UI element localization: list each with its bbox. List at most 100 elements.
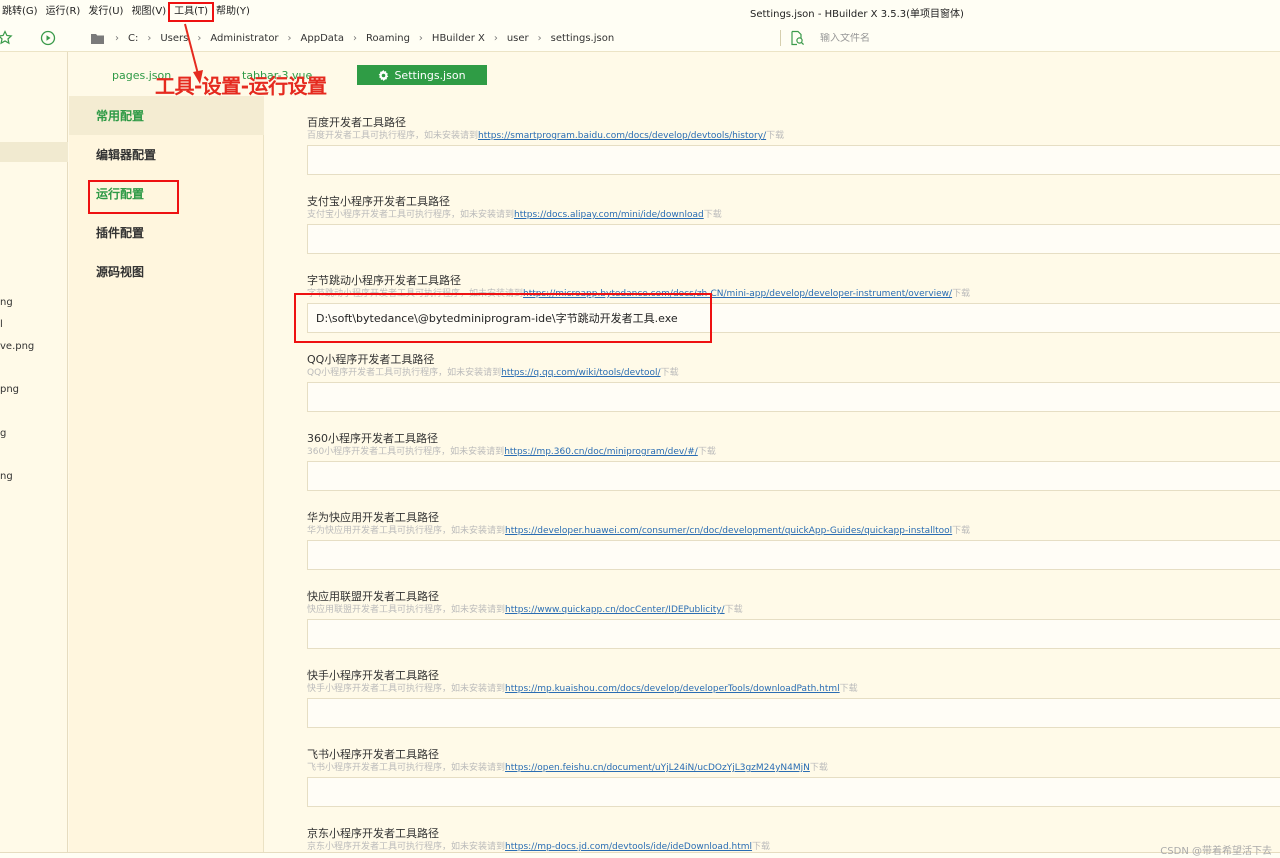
- play-circle-icon[interactable]: [39, 29, 57, 47]
- breadcrumb-item[interactable]: HBuilder X: [432, 33, 485, 44]
- file-search-icon[interactable]: [788, 29, 806, 47]
- menu-tools[interactable]: 工具(T): [168, 2, 215, 22]
- breadcrumb-separator: ›: [115, 32, 119, 44]
- breadcrumb-item[interactable]: Roaming: [366, 33, 410, 44]
- category-common[interactable]: 常用配置: [69, 96, 264, 135]
- watermark: CSDN @带着希望活下去: [1160, 846, 1272, 857]
- menu-goto[interactable]: 跳转(G): [0, 4, 42, 20]
- setting-quickapp-path: 快应用联盟开发者工具路径 快应用联盟开发者工具可执行程序，如未安装请到https…: [307, 590, 1280, 649]
- breadcrumb-item[interactable]: Administrator: [210, 33, 278, 44]
- category-editor[interactable]: 编辑器配置: [69, 135, 264, 174]
- menu-bar: 跳转(G) 运行(R) 发行(U) 视图(V) 工具(T) 帮助(Y) Sett…: [0, 0, 1280, 24]
- setting-desc-suffix: 下载: [660, 368, 679, 378]
- setting-label: QQ小程序开发者工具路径: [307, 353, 435, 366]
- setting-path-input[interactable]: [307, 619, 1280, 649]
- download-link[interactable]: https://mp.360.cn/doc/miniprogram/dev/#/: [504, 447, 698, 457]
- setting-path-input[interactable]: [307, 698, 1280, 728]
- setting-description: 华为快应用开发者工具可执行程序，如未安装请到https://developer.…: [307, 525, 1280, 537]
- setting-label: 华为快应用开发者工具路径: [307, 511, 439, 524]
- setting-desc-text: 京东小程序开发者工具可执行程序，如未安装请到: [307, 842, 506, 852]
- setting-description: 支付宝小程序开发者工具可执行程序，如未安装请到https://docs.alip…: [307, 209, 1280, 221]
- setting-desc-suffix: 下载: [952, 526, 971, 536]
- breadcrumb-separator: ›: [537, 32, 542, 44]
- breadcrumb-item-current[interactable]: settings.json: [551, 33, 615, 44]
- setting-desc-suffix: 下载: [952, 289, 971, 299]
- setting-label: 360小程序开发者工具路径: [307, 432, 438, 445]
- breadcrumb-separator: ›: [493, 32, 498, 44]
- annotation-highlight-box: [294, 293, 712, 343]
- setting-path-input[interactable]: [307, 461, 1280, 491]
- download-link[interactable]: https://smartprogram.baidu.com/docs/deve…: [478, 131, 766, 141]
- status-bar: [0, 852, 1280, 858]
- setting-path-input[interactable]: [307, 777, 1280, 807]
- breadcrumb-separator: ›: [287, 32, 292, 44]
- file-tree-item[interactable]: ve.png: [0, 341, 34, 352]
- file-tree-selected-row[interactable]: [0, 142, 68, 162]
- setting-desc-text: 百度开发者工具可执行程序，如未安装请到: [307, 131, 479, 141]
- setting-alipay-path: 支付宝小程序开发者工具路径 支付宝小程序开发者工具可执行程序，如未安装请到htt…: [307, 195, 1280, 254]
- breadcrumb-item[interactable]: AppData: [301, 33, 344, 44]
- setting-baidu-path: 百度开发者工具路径 百度开发者工具可执行程序，如未安装请到https://sma…: [307, 116, 1280, 175]
- menu-view[interactable]: 视图(V): [127, 4, 170, 20]
- download-link[interactable]: https://mp-docs.jd.com/devtools/ide/ideD…: [505, 842, 752, 852]
- breadcrumb-item[interactable]: user: [507, 33, 529, 44]
- setting-desc-suffix: 下载: [839, 684, 858, 694]
- file-tree-item[interactable]: png: [0, 384, 19, 395]
- setting-description: 百度开发者工具可执行程序，如未安装请到https://smartprogram.…: [307, 130, 1280, 142]
- setting-desc-text: 快手小程序开发者工具可执行程序，如未安装请到: [307, 684, 506, 694]
- setting-desc-text: QQ小程序开发者工具可执行程序，如未安装请到: [307, 368, 502, 378]
- download-link[interactable]: https://developer.huawei.com/consumer/cn…: [505, 526, 952, 536]
- setting-label: 快手小程序开发者工具路径: [307, 669, 439, 682]
- setting-label: 飞书小程序开发者工具路径: [307, 748, 439, 761]
- file-tree-item[interactable]: g: [0, 428, 6, 439]
- menu-publish[interactable]: 发行(U): [84, 4, 127, 20]
- setting-path-input[interactable]: [307, 145, 1280, 175]
- setting-label: 百度开发者工具路径: [307, 116, 406, 129]
- setting-description: 飞书小程序开发者工具可执行程序，如未安装请到https://open.feish…: [307, 762, 1280, 774]
- tab-settings-json[interactable]: Settings.json: [357, 65, 487, 85]
- setting-jd-path: 京东小程序开发者工具路径 京东小程序开发者工具可执行程序，如未安装请到https…: [307, 827, 1280, 853]
- download-link[interactable]: https://open.feishu.cn/document/uYjL24iN…: [505, 763, 810, 773]
- file-tree-panel: ng l ve.png png g ng: [0, 52, 68, 858]
- setting-path-input[interactable]: [307, 382, 1280, 412]
- setting-desc-text: 支付宝小程序开发者工具可执行程序，如未安装请到: [307, 210, 515, 220]
- file-tree-item[interactable]: ng: [0, 471, 13, 482]
- setting-desc-text: 快应用联盟开发者工具可执行程序，如未安装请到: [307, 605, 506, 615]
- star-icon[interactable]: [0, 29, 14, 47]
- setting-kuaishou-path: 快手小程序开发者工具路径 快手小程序开发者工具可执行程序，如未安装请到https…: [307, 669, 1280, 728]
- breadcrumb-separator: ›: [147, 32, 152, 44]
- setting-qq-path: QQ小程序开发者工具路径 QQ小程序开发者工具可执行程序，如未安装请到https…: [307, 353, 1280, 412]
- file-tree-item[interactable]: l: [0, 319, 3, 330]
- download-link[interactable]: https://mp.kuaishou.com/docs/develop/dev…: [505, 684, 840, 694]
- file-search-input[interactable]: [820, 32, 1120, 44]
- setting-huawei-path: 华为快应用开发者工具路径 华为快应用开发者工具可执行程序，如未安装请到https…: [307, 511, 1280, 570]
- setting-description: 360小程序开发者工具可执行程序，如未安装请到https://mp.360.cn…: [307, 446, 1280, 458]
- category-source[interactable]: 源码视图: [69, 252, 264, 291]
- setting-path-input[interactable]: [307, 224, 1280, 254]
- breadcrumb-separator: ›: [418, 32, 423, 44]
- tab-settings-label: Settings.json: [394, 68, 466, 82]
- settings-category-nav: 常用配置 编辑器配置 运行配置 插件配置 源码视图: [69, 96, 264, 858]
- setting-desc-text: 华为快应用开发者工具可执行程序，如未安装请到: [307, 526, 506, 536]
- setting-desc-suffix: 下载: [724, 605, 743, 615]
- setting-desc-suffix: 下载: [766, 131, 785, 141]
- category-plugin[interactable]: 插件配置: [69, 213, 264, 252]
- setting-path-input[interactable]: [307, 540, 1280, 570]
- download-link[interactable]: https://q.qq.com/wiki/tools/devtool/: [501, 368, 660, 378]
- annotation-highlight-box: [88, 180, 179, 214]
- setting-desc-suffix: 下载: [697, 447, 716, 457]
- category-label: 源码视图: [96, 265, 145, 279]
- menu-run[interactable]: 运行(R): [42, 4, 85, 20]
- file-tree-item[interactable]: ng: [0, 297, 13, 308]
- download-link[interactable]: https://www.quickapp.cn/docCenter/IDEPub…: [505, 605, 725, 615]
- setting-360-path: 360小程序开发者工具路径 360小程序开发者工具可执行程序，如未安装请到htt…: [307, 432, 1280, 491]
- setting-desc-suffix: 下载: [752, 842, 771, 852]
- setting-label: 支付宝小程序开发者工具路径: [307, 195, 450, 208]
- category-label: 插件配置: [96, 226, 145, 240]
- setting-desc-text: 飞书小程序开发者工具可执行程序，如未安装请到: [307, 763, 506, 773]
- download-link[interactable]: https://docs.alipay.com/mini/ide/downloa…: [514, 210, 704, 220]
- breadcrumb-item[interactable]: C:: [128, 33, 138, 44]
- file-search-box: [788, 28, 1268, 48]
- menu-help[interactable]: 帮助(Y): [212, 4, 254, 20]
- category-label: 编辑器配置: [96, 148, 157, 162]
